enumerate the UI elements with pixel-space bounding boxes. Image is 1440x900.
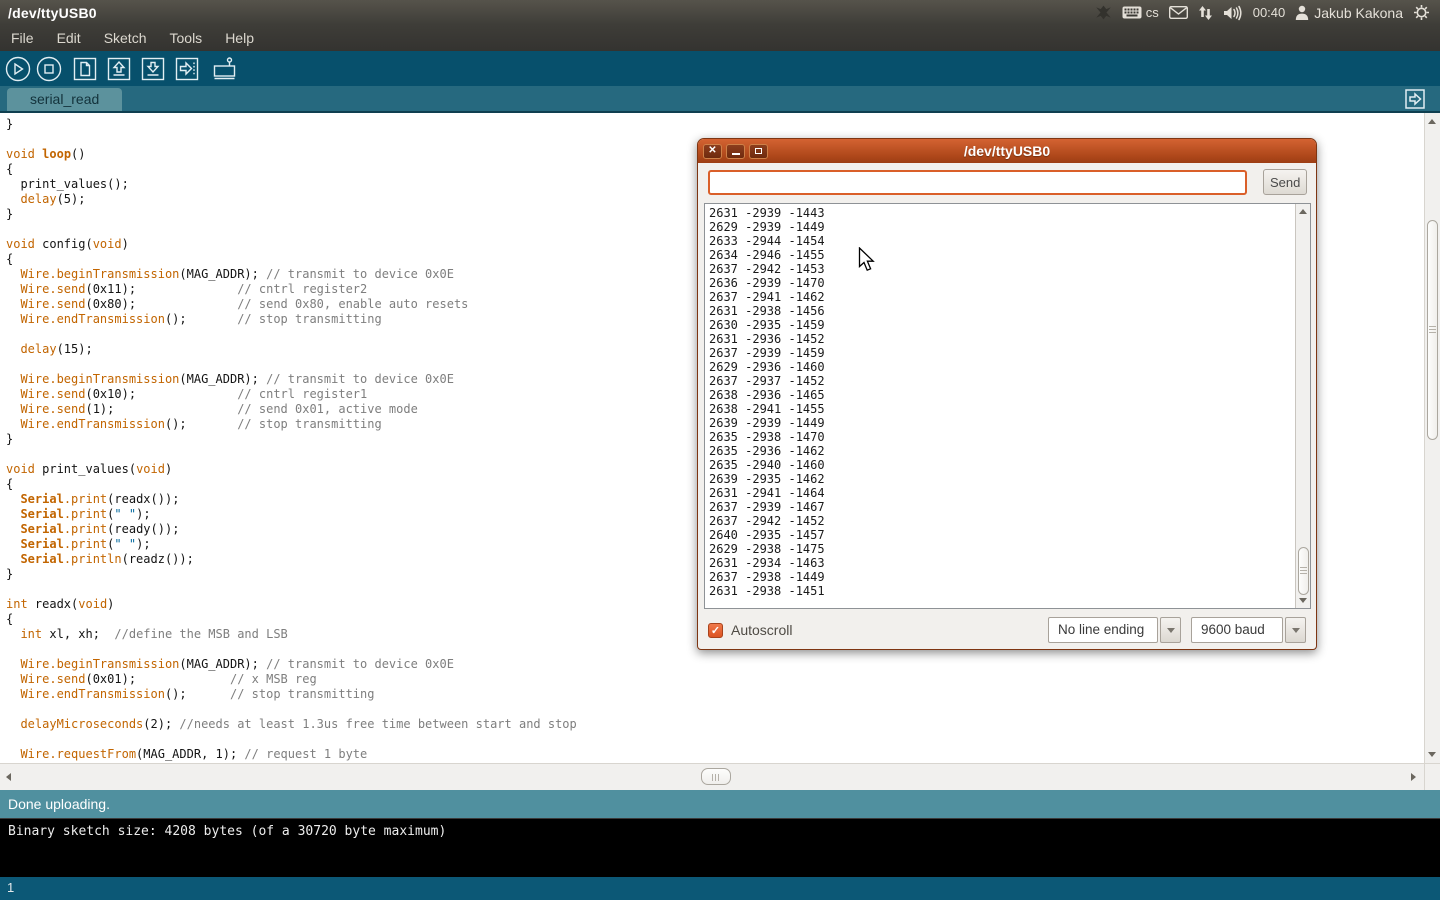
menu-help[interactable]: Help [225,30,254,46]
scroll-up-icon[interactable] [1428,119,1436,124]
scrollbar-corner [1424,763,1440,790]
clock[interactable]: 00:40 [1253,5,1286,20]
serial-output-area[interactable]: 2631 -2939 -1443 2629 -2939 -1449 2633 -… [704,203,1311,609]
console-text: Binary sketch size: 4208 bytes (of a 307… [8,824,446,839]
chevron-down-icon [1167,628,1175,633]
serial-monitor-title: /dev/ttyUSB0 [698,143,1316,159]
code-line [6,702,1424,717]
scroll-left-icon[interactable] [6,773,11,781]
save-sketch-button[interactable] [141,57,165,81]
user-menu[interactable]: Jakub Kakona [1295,5,1403,21]
editor-horizontal-scrollbar[interactable] [0,763,1440,790]
upload-button[interactable] [175,57,199,81]
editor-vertical-scrollbar[interactable] [1424,113,1440,763]
close-icon[interactable]: ✕ [703,144,722,159]
current-line-number: 1 [7,880,14,895]
user-icon [1295,5,1309,20]
editor-vscroll-thumb[interactable] [1427,220,1438,440]
autoscroll-label: Autoscroll [731,622,792,638]
system-tray: cs 00:40 Jakub Kakona [1095,4,1440,21]
baud-rate-select[interactable]: 9600 baud [1191,617,1306,643]
stop-button[interactable] [35,55,63,83]
baud-rate-value[interactable]: 9600 baud [1191,617,1283,643]
editor-hscroll-thumb[interactable] [701,768,731,785]
minimize-icon[interactable] [726,144,745,159]
status-message: Done uploading. [8,796,110,812]
serial-vscroll-thumb[interactable] [1298,547,1309,595]
status-bar: Done uploading. [0,790,1440,818]
maximize-icon[interactable] [749,144,768,159]
menu-edit[interactable]: Edit [57,30,81,46]
code-line: Wire.requestFrom(MAG_ADDR, 1); // reques… [6,747,1424,762]
tab-serial-read[interactable]: serial_read [7,88,122,111]
volume-icon[interactable] [1223,5,1243,21]
mail-icon[interactable] [1169,6,1188,19]
code-line: Wire.beginTransmission(MAG_ADDR); // tra… [6,657,1424,672]
menu-file[interactable]: File [11,30,34,46]
menu-sketch[interactable]: Sketch [104,30,147,46]
chevron-down-icon [1292,628,1300,633]
verify-button[interactable] [4,55,32,83]
open-sketch-button[interactable] [107,57,131,81]
indicator-icon[interactable] [1095,4,1112,21]
autoscroll-checkbox[interactable]: ✓ [708,623,723,638]
tab-menu-button[interactable] [1405,89,1425,114]
username: Jakub Kakona [1314,5,1403,21]
serial-scroll-down-icon[interactable] [1299,598,1307,603]
network-icon[interactable] [1198,5,1213,21]
line-ending-select[interactable]: No line ending [1048,617,1181,643]
tab-bar: serial_read [0,86,1440,113]
send-button[interactable]: Send [1263,169,1307,195]
serial-vertical-scrollbar[interactable] [1295,204,1310,608]
line-ending-value[interactable]: No line ending [1048,617,1158,643]
desktop-panel: /dev/ttyUSB0 cs 00:40 Jakub Kakona [0,0,1440,25]
serial-monitor-titlebar[interactable]: /dev/ttyUSB0 ✕ [698,139,1316,163]
keyboard-layout-indicator[interactable]: cs [1122,5,1159,20]
ide-toolbar [0,51,1440,86]
session-gear-icon[interactable] [1413,4,1430,21]
serial-output: 2631 -2939 -1443 2629 -2939 -1449 2633 -… [705,204,1310,598]
baud-dropdown-button[interactable] [1285,617,1306,643]
code-line: Wire.send(0x01); // x MSB reg [6,672,1424,687]
serial-monitor-button[interactable] [211,56,238,82]
scroll-right-icon[interactable] [1411,773,1416,781]
line-number-bar: 1 [0,877,1440,900]
menu-tools[interactable]: Tools [170,30,203,46]
mouse-cursor [858,247,877,279]
window-title: /dev/ttyUSB0 [8,5,97,21]
serial-monitor-footer: ✓ Autoscroll No line ending 9600 baud [698,617,1316,643]
serial-input[interactable] [708,170,1247,195]
serial-monitor-window: /dev/ttyUSB0 ✕ Send 2631 -2939 -1443 262… [697,138,1317,650]
new-sketch-button[interactable] [73,57,97,81]
line-ending-dropdown-button[interactable] [1160,617,1181,643]
serial-scroll-up-icon[interactable] [1299,209,1307,214]
keyboard-layout-label: cs [1146,5,1159,20]
menu-bar: File Edit Sketch Tools Help [0,25,1440,51]
console-output: Binary sketch size: 4208 bytes (of a 307… [0,818,1440,877]
code-line: } [6,117,1424,132]
code-line [6,732,1424,747]
scroll-down-icon[interactable] [1428,752,1436,757]
code-line: Wire.endTransmission(); // stop transmit… [6,687,1424,702]
window-controls: ✕ [703,144,768,159]
code-line: delayMicroseconds(2); //needs at least 1… [6,717,1424,732]
keyboard-icon [1122,6,1142,19]
